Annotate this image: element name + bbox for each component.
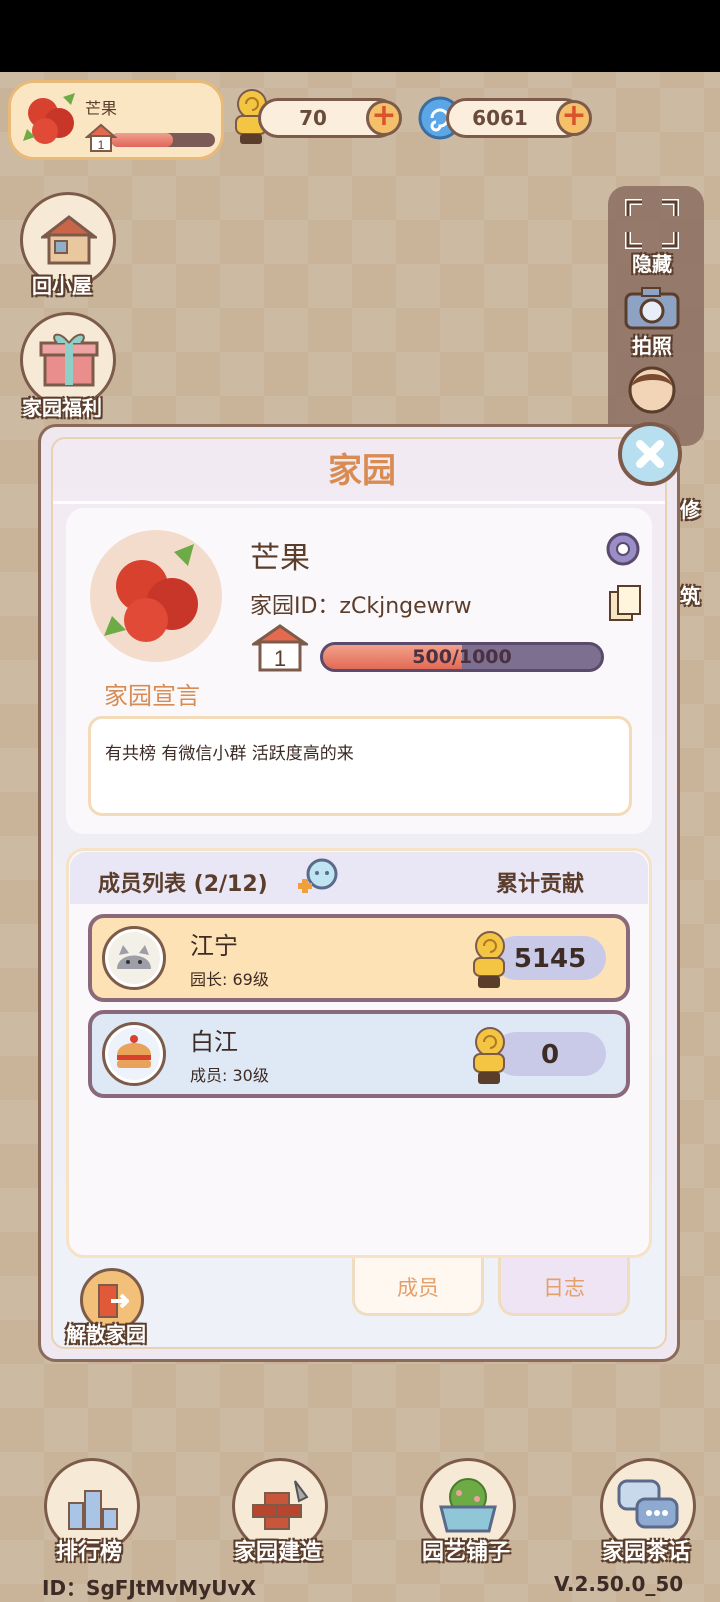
member-avatar <box>102 1022 166 1086</box>
copy-icon[interactable] <box>608 584 642 624</box>
declaration-box[interactable]: 有共榜 有微信小群 活跃度高的来 <box>88 716 632 816</box>
chat-bubbles-icon <box>617 1479 679 1529</box>
home-label: 回小屋 <box>32 274 92 298</box>
hide-icon[interactable] <box>624 198 680 250</box>
cat-avatar-icon <box>108 932 160 984</box>
level-house-icon: 1 <box>252 624 308 672</box>
version-text: V.2.50.0_50 <box>554 1572 684 1596</box>
level-number: 1 <box>274 646 286 671</box>
character-icon[interactable] <box>626 364 678 416</box>
gem-value: 6061 <box>472 106 528 130</box>
rose-icon <box>104 544 198 642</box>
photo-label[interactable]: 拍照 <box>632 330 672 359</box>
disband-label[interactable]: 解散家园 <box>66 1318 146 1347</box>
add-gems-button[interactable]: + <box>556 100 592 136</box>
house-icon <box>41 215 97 265</box>
gear-icon[interactable] <box>604 530 642 568</box>
snail-icon <box>473 1027 505 1084</box>
add-coins-button[interactable]: + <box>366 100 402 136</box>
planter-icon <box>439 1478 497 1533</box>
build-label[interactable]: 家园建造 <box>234 1534 322 1566</box>
declaration-text: 有共榜 有微信小群 活跃度高的来 <box>105 744 354 764</box>
gift-icon <box>39 333 99 387</box>
burger-avatar-icon <box>108 1028 160 1080</box>
exit-door-icon <box>98 1284 129 1318</box>
player-xp-bar <box>109 131 217 149</box>
declaration-label: 家园宣言 <box>104 682 200 710</box>
player-name: 芒果 <box>85 99 118 118</box>
member-role: 园长: 69级 <box>190 970 269 989</box>
member-name: 白江 <box>190 1028 238 1056</box>
build-side-label[interactable]: 筑 <box>680 580 700 609</box>
player-id: ID：SgFJtMvMyUvX <box>42 1576 257 1600</box>
player-xp-fill <box>111 133 174 147</box>
player-card[interactable]: 芒果 1 <box>8 80 224 160</box>
chat-label[interactable]: 家园茶话 <box>602 1534 690 1566</box>
contribution-header: 累计贡献 <box>496 872 585 897</box>
add-member-icon[interactable] <box>296 856 340 896</box>
close-button[interactable] <box>618 422 682 486</box>
shop-label[interactable]: 园艺铺子 <box>422 1534 510 1566</box>
member-row[interactable]: 白江 成员: 30级 0 <box>88 1010 630 1098</box>
title-divider <box>53 501 665 504</box>
camera-icon[interactable] <box>622 284 682 332</box>
garden-avatar <box>90 530 222 662</box>
bricks-icon <box>252 1480 309 1530</box>
dialog-title: 家园 <box>328 451 396 491</box>
snail-icon <box>473 931 505 988</box>
tab-members[interactable]: 成员 <box>352 1258 484 1316</box>
decorate-label[interactable]: 修 <box>680 494 700 523</box>
tab-log[interactable]: 日志 <box>498 1258 630 1316</box>
hide-label[interactable]: 隐藏 <box>632 248 672 277</box>
house-level-icon: 1 <box>85 123 117 152</box>
member-list-title: 成员列表 (2/12) <box>98 872 268 897</box>
member-role: 成员: 30级 <box>190 1066 269 1085</box>
garden-xp-bar: 500/1000 <box>320 642 604 672</box>
status-bar <box>0 0 720 72</box>
coin-value: 70 <box>299 106 327 130</box>
member-row[interactable]: 江宁 园长: 69级 5145 <box>88 914 630 1002</box>
member-name: 江宁 <box>190 932 238 960</box>
ranking-label[interactable]: 排行榜 <box>56 1534 122 1566</box>
garden-id: 家园ID：zCkjngewrw <box>250 594 472 619</box>
garden-name: 芒果 <box>250 541 310 576</box>
garden-xp-text: 500/1000 <box>412 646 512 668</box>
member-avatar <box>102 926 166 990</box>
rose-avatar-icon <box>23 93 75 144</box>
close-icon <box>636 440 664 468</box>
house-level-text: 1 <box>98 138 105 152</box>
welfare-label: 家园福利 <box>22 396 102 420</box>
podium-icon <box>68 1490 118 1530</box>
